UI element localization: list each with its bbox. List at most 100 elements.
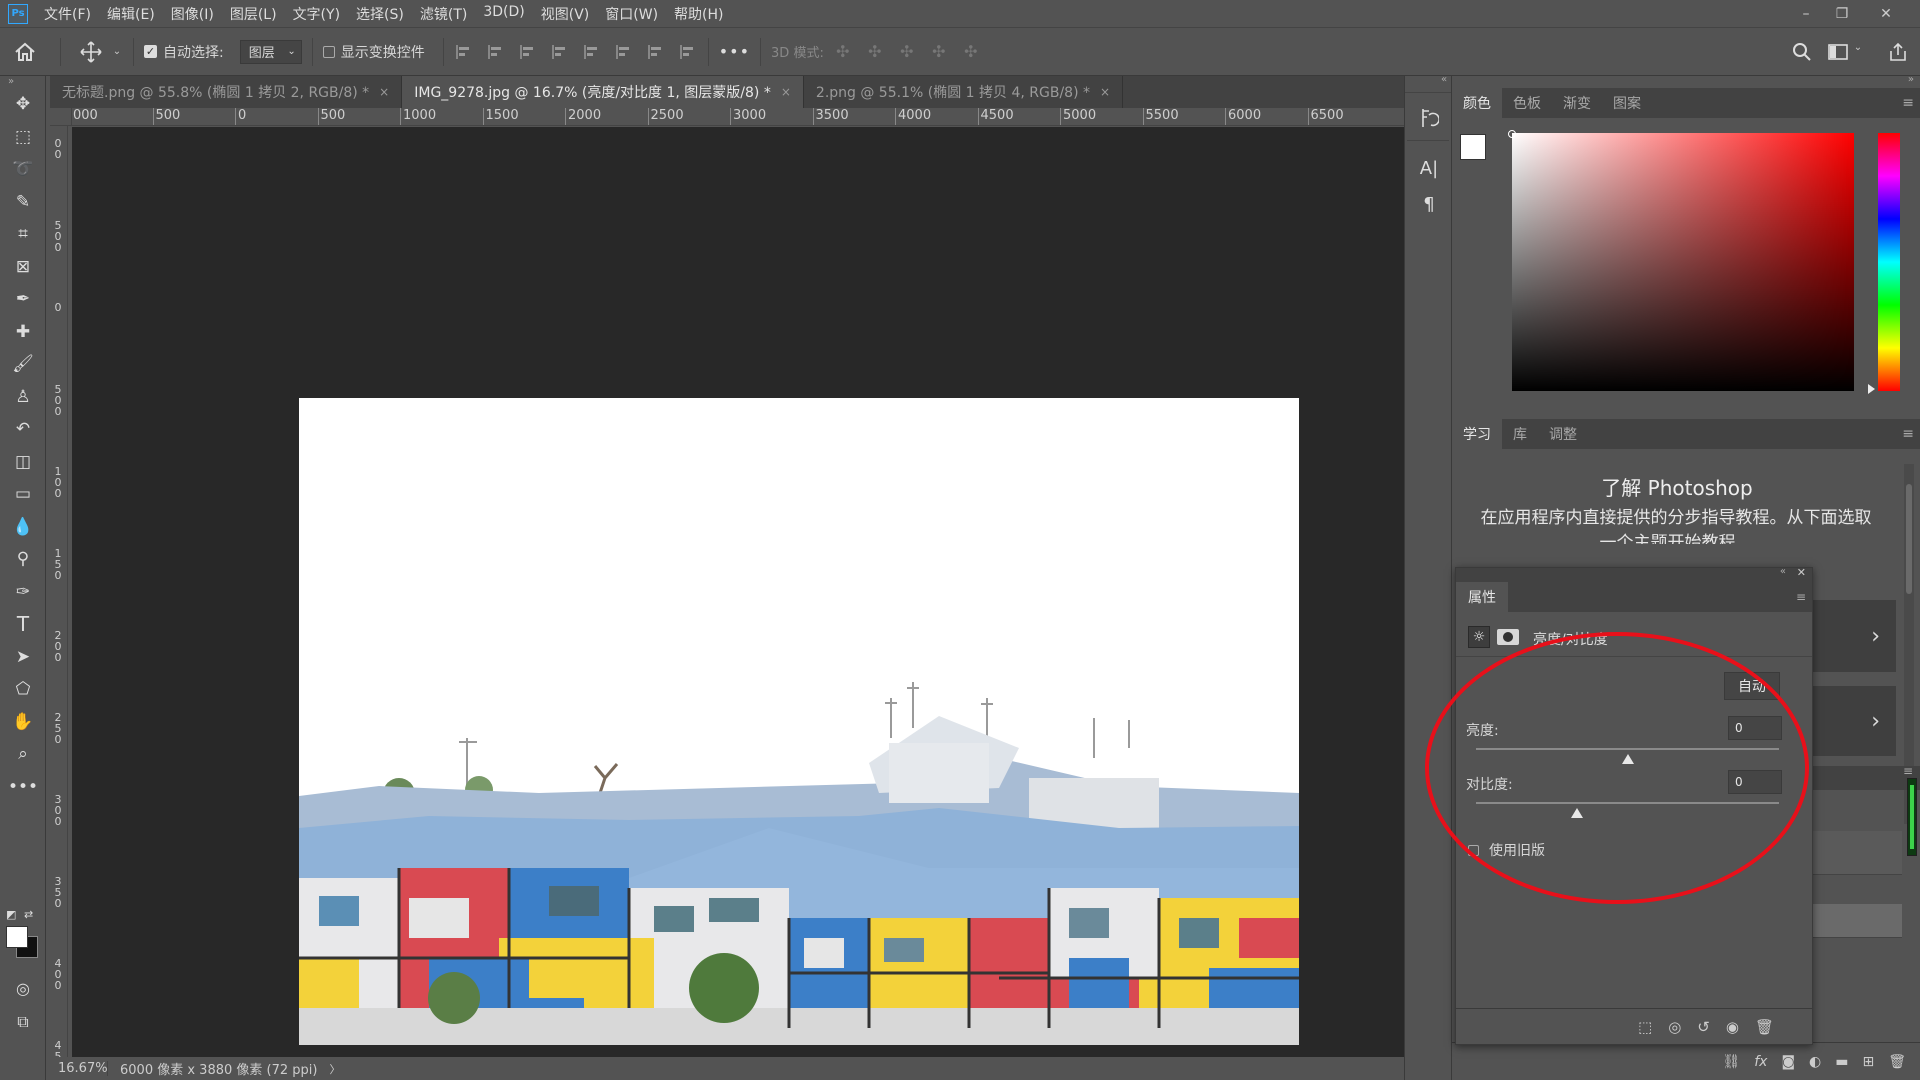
properties-tab[interactable]: 属性 [1456, 582, 1508, 612]
align-top-icon[interactable] [582, 42, 602, 62]
menu-item[interactable]: 选择(S) [348, 4, 412, 24]
panel-drag-bar[interactable]: « ✕ [1456, 566, 1812, 582]
color-picker-cursor[interactable] [1508, 130, 1516, 138]
color-tab[interactable]: 渐变 [1552, 88, 1602, 118]
clip-to-layer-icon[interactable]: ⬚ [1638, 1018, 1652, 1036]
screen-mode-icon[interactable]: ⧉ [9, 1008, 37, 1036]
quick-mask-icon[interactable]: ◎ [9, 974, 37, 1002]
more-options-icon[interactable]: ••• [719, 42, 750, 61]
menu-item[interactable]: 图像(I) [163, 4, 222, 24]
lasso-tool-icon[interactable]: ➰ [9, 155, 37, 183]
scale-3d-icon[interactable]: ✣ [960, 42, 982, 61]
zoom-level[interactable]: 16.67% [50, 1061, 108, 1076]
collapse-icon[interactable]: « [1780, 566, 1786, 577]
history-brush-tool-icon[interactable]: ↶ [9, 415, 37, 443]
menu-item[interactable]: 文件(F) [36, 4, 99, 24]
collapse-icon[interactable]: » [1908, 74, 1914, 85]
auto-select-option[interactable]: ✓ 自动选择: [144, 42, 224, 62]
panel-menu-icon[interactable]: ≡ [1796, 590, 1806, 604]
home-icon[interactable] [0, 32, 50, 72]
new-group-icon[interactable]: ▬ [1835, 1054, 1848, 1070]
align-right-icon[interactable] [518, 42, 538, 62]
learn-tab[interactable]: 库 [1502, 419, 1538, 449]
brush-tool-icon[interactable]: 🖌 [9, 350, 37, 378]
adjustment-layer-icon[interactable]: ◐ [1809, 1054, 1821, 1070]
color-tab[interactable]: 色板 [1502, 88, 1552, 118]
align-vcenter-icon[interactable] [614, 42, 634, 62]
hue-slider-thumb[interactable] [1868, 384, 1875, 394]
more-tools-icon[interactable]: ••• [8, 773, 38, 801]
align-bottom-icon[interactable] [646, 42, 666, 62]
photoshop-logo-icon[interactable]: Ps [8, 3, 28, 24]
default-colors-icon[interactable]: ◩ [6, 908, 16, 921]
fx-icon[interactable]: fx [1754, 1054, 1767, 1070]
history-icon[interactable] [1417, 106, 1441, 130]
search-icon[interactable] [1790, 40, 1814, 64]
learn-topic-card-2[interactable]: › [1812, 686, 1896, 756]
slide-3d-icon[interactable]: ✣ [928, 42, 950, 61]
visibility-eye-icon[interactable]: ◉ [1726, 1018, 1739, 1036]
hue-slider[interactable] [1878, 133, 1900, 391]
orbit-3d-icon[interactable]: ✣ [832, 42, 854, 61]
close-tab-icon[interactable]: × [1100, 85, 1110, 99]
menu-item[interactable]: 窗口(W) [597, 4, 666, 24]
pen-tool-icon[interactable]: ✑ [9, 578, 37, 606]
menu-item[interactable]: 3D(D) [475, 4, 532, 24]
color-tab[interactable]: 颜色 [1452, 88, 1502, 118]
document-tab[interactable]: IMG_9278.jpg @ 16.7% (亮度/对比度 1, 图层蒙版/8) … [402, 76, 804, 108]
collapse-icon[interactable]: » [8, 76, 14, 87]
minimize-icon[interactable]: – [1788, 0, 1824, 28]
hand-tool-icon[interactable]: ✋ [9, 708, 37, 736]
workspace-icon[interactable] [1826, 40, 1850, 64]
shape-tool-icon[interactable]: ⬠ [9, 675, 37, 703]
eyedropper-tool-icon[interactable]: ✒ [9, 285, 37, 313]
add-mask-icon[interactable]: ◙ [1781, 1054, 1795, 1070]
document-canvas[interactable] [299, 398, 1299, 1045]
learn-topic-card-1[interactable]: › [1812, 600, 1896, 672]
document-tab[interactable]: 无标题.png @ 55.8% (椭圆 1 拷贝 2, RGB/8) * × [50, 76, 403, 108]
panel-menu-icon[interactable]: ≡ [1902, 95, 1914, 111]
reset-icon[interactable]: ↺ [1697, 1018, 1710, 1036]
move-tool-icon[interactable] [71, 40, 111, 63]
delete-layer-icon[interactable]: 🗑 [1888, 1054, 1906, 1070]
menu-item[interactable]: 视图(V) [533, 4, 598, 24]
distribute-v-icon[interactable] [678, 42, 698, 62]
align-hcenter-icon[interactable] [486, 42, 506, 62]
learn-tab[interactable]: 学习 [1452, 419, 1502, 449]
paragraph-icon[interactable]: ¶ [1417, 192, 1441, 216]
new-layer-icon[interactable]: ⊞ [1862, 1054, 1874, 1070]
close-icon[interactable]: ✕ [1868, 0, 1904, 28]
close-icon[interactable]: ✕ [1797, 566, 1806, 579]
status-arrow-icon[interactable]: 〉 [317, 1061, 340, 1077]
crop-tool-icon[interactable]: ⌗ [9, 220, 37, 248]
move-tool-icon[interactable]: ✥ [9, 90, 37, 118]
eraser-tool-icon[interactable]: ◫ [9, 448, 37, 476]
zoom-tool-icon[interactable]: ⌕ [9, 740, 37, 768]
menu-item[interactable]: 文字(Y) [285, 4, 348, 24]
marquee-tool-icon[interactable]: ⬚ [9, 123, 37, 151]
type-tool-icon[interactable]: T [9, 610, 37, 638]
show-transform-checkbox[interactable] [322, 45, 335, 58]
auto-select-checkbox[interactable]: ✓ [144, 45, 157, 58]
color-picker-field[interactable] [1512, 133, 1854, 391]
share-icon[interactable] [1886, 40, 1910, 64]
swap-colors-icon[interactable]: ⇄ [24, 908, 33, 921]
view-previous-icon[interactable]: ◎ [1668, 1018, 1681, 1036]
gradient-tool-icon[interactable]: ▭ [9, 480, 37, 508]
chevron-down-icon[interactable]: ⌄ [111, 46, 123, 57]
healing-tool-icon[interactable]: ✚ [9, 318, 37, 346]
chevron-down-icon[interactable]: ⌄ [1852, 42, 1864, 53]
layer-select-dropdown[interactable]: 图层 ⌄ [239, 39, 302, 64]
roll-3d-icon[interactable]: ✣ [864, 42, 886, 61]
stamp-tool-icon[interactable]: ♙ [9, 383, 37, 411]
layer-mask-icon[interactable] [1497, 629, 1519, 645]
quick-select-tool-icon[interactable]: ✎ [9, 188, 37, 216]
distribute-icon[interactable] [550, 42, 570, 62]
panel-menu-icon[interactable]: ≡ [1902, 426, 1914, 442]
foreground-color-swatch[interactable] [1460, 134, 1486, 160]
delete-icon[interactable]: 🗑 [1755, 1018, 1774, 1036]
close-tab-icon[interactable]: × [781, 85, 791, 99]
collapse-icon[interactable]: « [1441, 74, 1447, 85]
character-icon[interactable]: A| [1417, 156, 1441, 180]
path-select-tool-icon[interactable]: ➤ [9, 643, 37, 671]
